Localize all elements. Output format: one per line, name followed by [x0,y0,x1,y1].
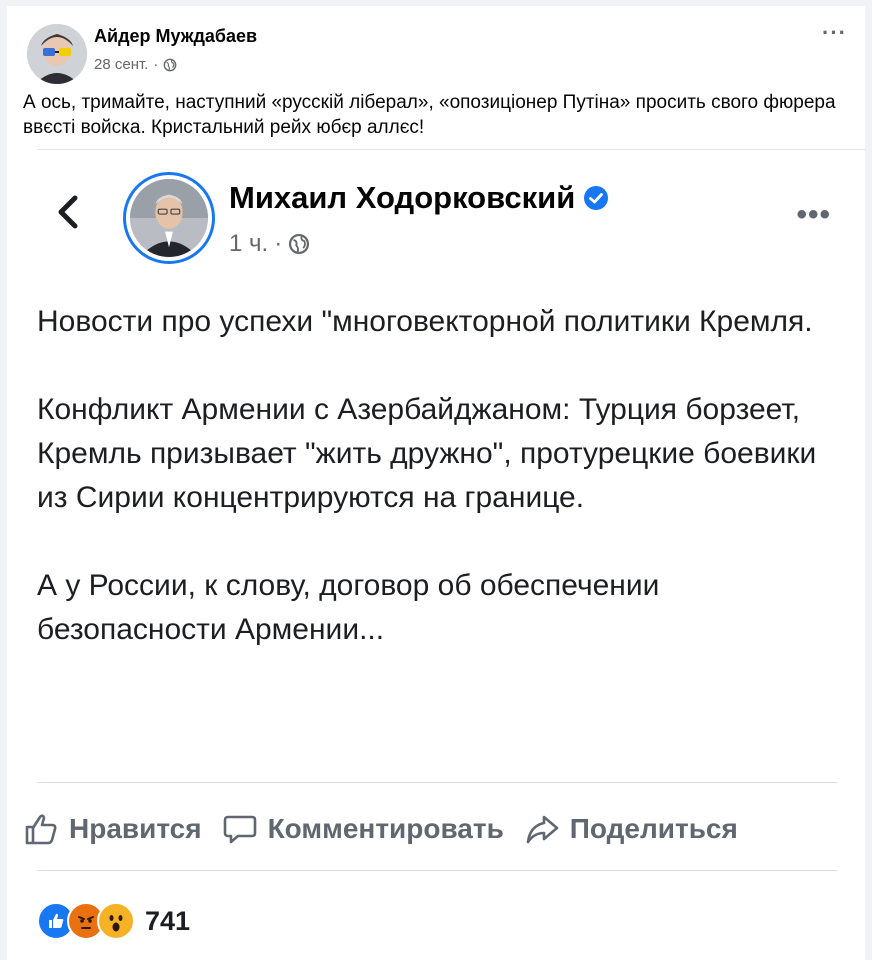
shared-more-options-button[interactable]: ••• [796,198,831,232]
divider [37,782,837,783]
post-meta: 28 сент. · [94,56,177,73]
wow-reaction-icon [97,902,135,940]
shared-meta-separator: · [274,230,283,257]
shared-author-avatar-ring [123,172,215,264]
shared-post-time[interactable]: 1 ч. [229,230,268,258]
post-date[interactable]: 28 сент. [94,56,148,73]
shared-author-avatar [130,179,208,257]
shared-post-paragraph: А у России, к слову, договор об обеспече… [37,569,660,646]
back-chevron-icon [58,195,78,229]
action-bar: Нравится Комментировать Поделиться [23,804,865,854]
more-options-button[interactable]: ··· [822,20,847,46]
reactions-summary[interactable]: 741 [37,902,190,940]
shared-post-body: Новости про успехи "многовекторной полит… [37,300,837,696]
post-card: Айдер Муждабаев 28 сент. · ··· А ось, тр… [7,6,865,960]
comment-label: Комментировать [267,813,504,844]
shared-post-meta: 1 ч. · [229,230,310,258]
globe-icon [289,233,310,255]
shared-author-name-text: Михаил Ходорковский [229,180,576,215]
comment-button[interactable]: Комментировать [222,811,504,847]
post-text: А ось, тримайте, наступний «русскій лібе… [23,92,836,138]
like-button[interactable]: Нравится [23,811,202,847]
verified-badge-icon [584,186,609,210]
divider [37,870,837,871]
comment-icon [223,815,256,844]
more-icon: ••• [796,198,831,231]
shared-post-paragraph: Новости про успехи "многовекторной полит… [37,305,813,338]
more-icon: ··· [822,20,847,45]
thumbs-up-icon [25,814,57,845]
reaction-count: 741 [145,905,191,936]
meta-separator: · [153,56,159,73]
shared-post-paragraph: Конфликт Армении с Азербайджаном: Турция… [37,393,817,514]
embedded-screenshot: Михаил Ходорковский 1 ч. · ••• Новости п… [25,149,865,960]
share-label: Поделиться [569,813,738,844]
like-label: Нравится [69,813,202,844]
share-icon [526,815,559,844]
globe-icon [163,58,177,71]
author-name[interactable]: Айдер Муждабаев [94,26,257,47]
share-button[interactable]: Поделиться [524,811,738,847]
shared-author-name[interactable]: Михаил Ходорковский [229,180,609,216]
author-avatar[interactable] [27,24,87,84]
